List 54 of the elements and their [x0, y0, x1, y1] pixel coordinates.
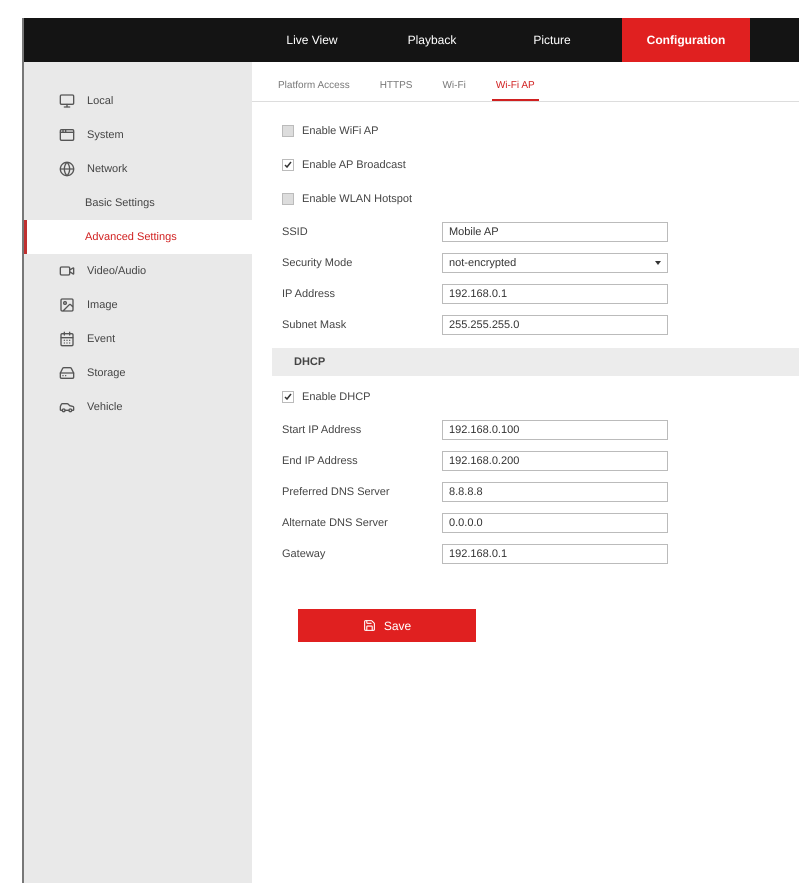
- input-field[interactable]: 8.8.8.8: [442, 482, 668, 502]
- sidebar-item[interactable]: Storage: [24, 356, 252, 390]
- image-icon: [59, 297, 75, 313]
- field-label: Subnet Mask: [282, 318, 348, 330]
- section-header: DHCP: [272, 348, 799, 376]
- field-label: Start IP Address: [282, 424, 362, 436]
- field-label: Preferred DNS Server: [282, 486, 391, 498]
- checkbox-label: Enable DHCP: [302, 391, 370, 403]
- dropdown-caret-icon: [655, 260, 661, 264]
- input-field[interactable]: 192.168.0.1: [442, 284, 668, 304]
- nav-tab[interactable]: Picture: [492, 18, 612, 62]
- field-label: SSID: [282, 226, 309, 238]
- sub-tab[interactable]: Platform Access: [274, 80, 354, 101]
- sidebar-item[interactable]: System: [24, 118, 252, 152]
- calendar-icon: [59, 331, 75, 347]
- input-field[interactable]: 255.255.255.0: [442, 314, 668, 334]
- input-field[interactable]: 192.168.0.1: [442, 544, 668, 564]
- drive-icon: [59, 365, 75, 381]
- field-label: IP Address: [282, 288, 336, 300]
- checkbox-label: Enable WLAN Hotspot: [302, 193, 412, 205]
- sidebar-item[interactable]: Image: [24, 288, 252, 322]
- input-field[interactable]: Mobile AP: [442, 222, 668, 242]
- checkbox-label: Enable WiFi AP: [302, 125, 378, 137]
- field-label: Security Mode: [282, 256, 354, 268]
- sidebar-subitem[interactable]: Advanced Settings: [24, 220, 252, 254]
- checkbox[interactable]: [282, 125, 294, 137]
- sidebar-item[interactable]: Vehicle: [24, 390, 252, 424]
- input-field[interactable]: 192.168.0.200: [442, 450, 668, 470]
- globe-icon: [59, 161, 75, 177]
- sidebar-item[interactable]: Event: [24, 322, 252, 356]
- monitor-icon: [59, 93, 75, 109]
- checkbox-label: Enable AP Broadcast: [302, 159, 406, 171]
- save-button[interactable]: Save: [298, 609, 476, 642]
- field-label: Alternate DNS Server: [282, 516, 389, 528]
- sidebar-item[interactable]: Video/Audio: [24, 254, 252, 288]
- field-label: Gateway: [282, 548, 326, 560]
- nav-tab[interactable]: Playback: [372, 18, 492, 62]
- sidebar-item[interactable]: Network: [24, 152, 252, 186]
- sidebar-item[interactable]: Local: [24, 84, 252, 118]
- field-label: End IP Address: [282, 454, 359, 466]
- sidebar-subitem[interactable]: Basic Settings: [24, 186, 252, 220]
- sub-tab[interactable]: HTTPS: [376, 80, 416, 101]
- input-field[interactable]: 192.168.0.100: [442, 420, 668, 440]
- checkbox[interactable]: [282, 159, 294, 171]
- input-field[interactable]: 0.0.0.0: [442, 512, 668, 532]
- checkbox[interactable]: [282, 193, 294, 205]
- window-icon: [59, 127, 75, 143]
- save-icon: [362, 619, 376, 632]
- nav-tab[interactable]: Live View: [252, 18, 372, 62]
- sub-tab[interactable]: Wi-Fi: [438, 80, 470, 101]
- checkbox[interactable]: [282, 391, 294, 403]
- nav-tab[interactable]: Configuration: [622, 18, 750, 62]
- sub-tab[interactable]: Wi-Fi AP: [492, 80, 539, 101]
- select-field[interactable]: not-encrypted: [442, 252, 668, 272]
